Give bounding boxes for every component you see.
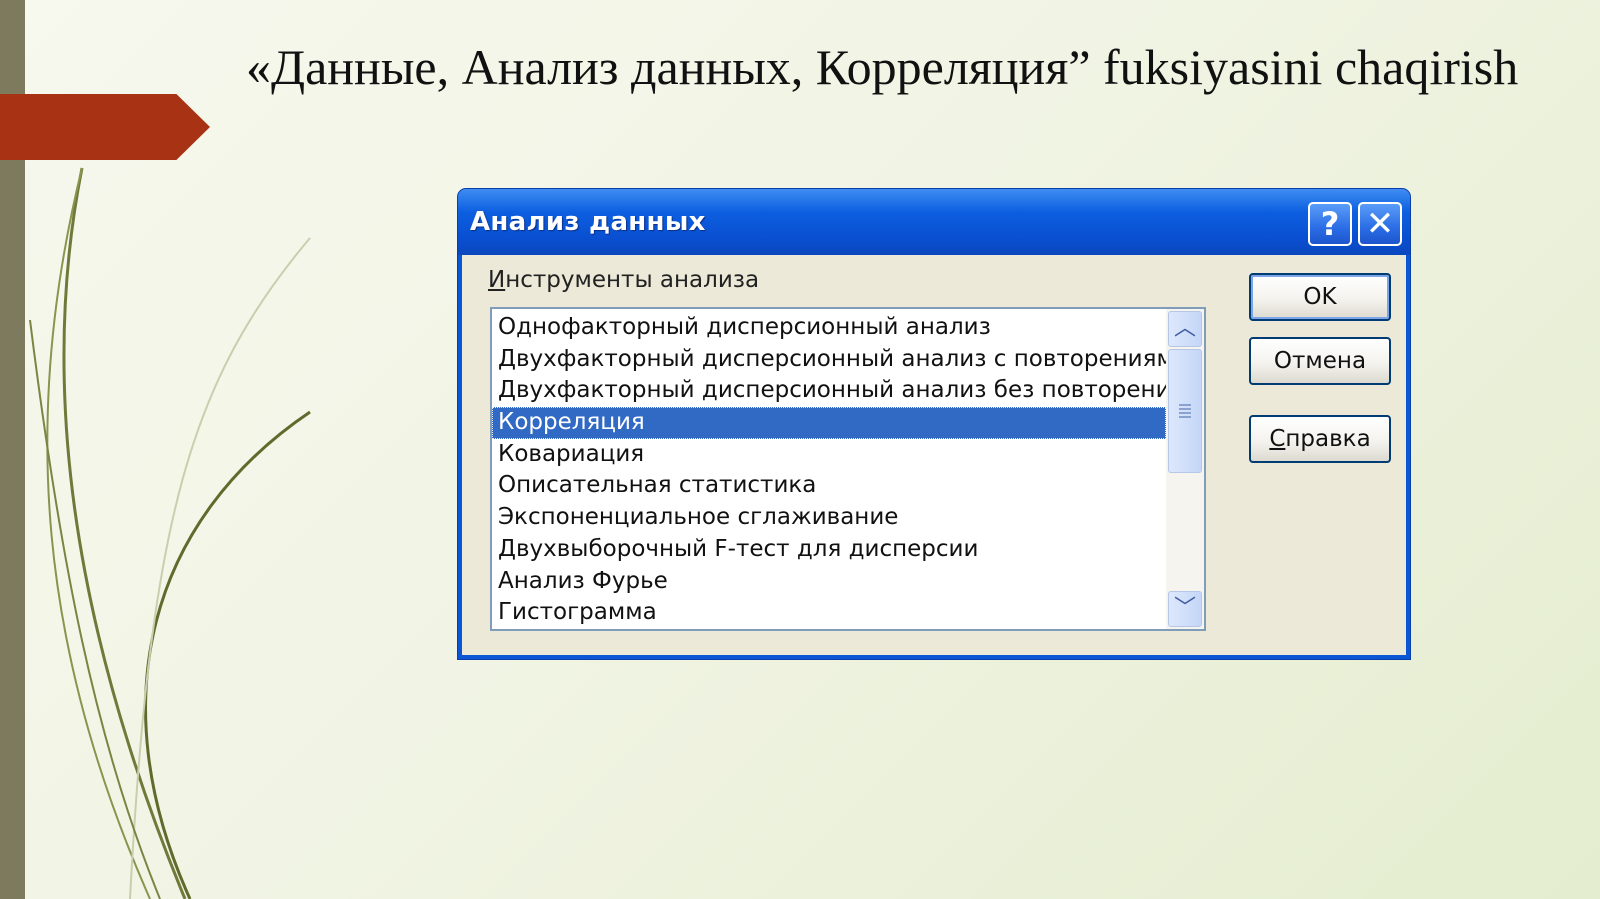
listbox-scrollbar[interactable]: ︿ ﹀ (1166, 309, 1204, 629)
chevron-up-icon[interactable]: ︿ (1168, 311, 1202, 347)
dialog-titlebar[interactable]: Анализ данных ? ✕ (458, 189, 1410, 255)
list-item[interactable]: Двухвыборочный F-тест для дисперсии (492, 534, 1166, 566)
list-item[interactable]: Двухфакторный дисперсионный анализ с пов… (492, 344, 1166, 376)
close-icon[interactable]: ✕ (1358, 202, 1402, 246)
slide-title: «Данные, Анализ данных, Корреляция” fuks… (246, 39, 1519, 95)
list-item-selected[interactable]: Корреляция (492, 407, 1166, 439)
analysis-tools-listbox[interactable]: Однофакторный дисперсионный анализ Двухф… (490, 307, 1206, 631)
help-button[interactable]: Справка (1249, 415, 1391, 463)
list-item[interactable]: Описательная статистика (492, 470, 1166, 502)
help-label: правка (1285, 426, 1371, 452)
list-item[interactable]: Гистограмма (492, 597, 1166, 629)
scrollbar-thumb[interactable] (1168, 349, 1202, 473)
chevron-down-icon[interactable]: ﹀ (1168, 591, 1202, 627)
tools-label-text: нструменты анализа (505, 267, 760, 293)
list-item[interactable]: Анализ Фурье (492, 566, 1166, 598)
ok-button[interactable]: OK (1249, 273, 1391, 321)
tools-label-accelerator: И (488, 267, 506, 293)
list-item[interactable]: Экспоненциальное сглаживание (492, 502, 1166, 534)
question-mark-icon[interactable]: ? (1308, 202, 1352, 246)
grip-icon (1179, 404, 1191, 418)
dialog-title: Анализ данных (470, 207, 706, 237)
list-item[interactable]: Двухфакторный дисперсионный анализ без п… (492, 375, 1166, 407)
list-item[interactable]: Ковариация (492, 439, 1166, 471)
list-item[interactable]: Однофакторный дисперсионный анализ (492, 312, 1166, 344)
cancel-button[interactable]: Отмена (1249, 337, 1391, 385)
decorative-grass-lines (29, 167, 311, 899)
listbox-items: Однофакторный дисперсионный анализ Двухф… (492, 309, 1166, 629)
dialog-client-area: Инструменты анализа Однофакторный диспер… (462, 255, 1406, 655)
data-analysis-dialog: Анализ данных ? ✕ Инструменты анализа Од… (457, 188, 1411, 660)
help-accelerator: С (1269, 426, 1286, 452)
analysis-tools-label: Инструменты анализа (488, 267, 759, 293)
